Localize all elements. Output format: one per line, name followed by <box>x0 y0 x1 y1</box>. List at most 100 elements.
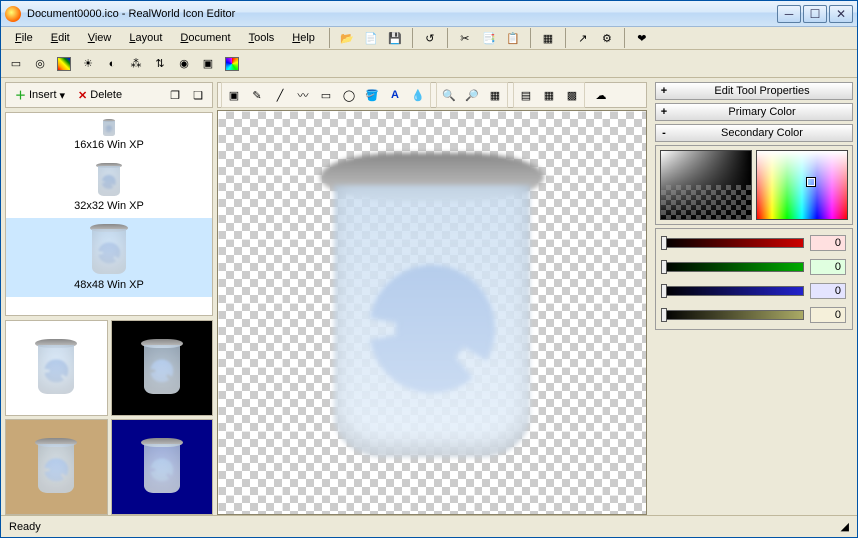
tool1-icon[interactable]: ▭ <box>5 53 27 75</box>
panel-primary-color[interactable]: + Primary Color <box>655 103 853 121</box>
rect-tool-icon[interactable]: ▭ <box>315 84 337 106</box>
preview-cell[interactable] <box>111 419 214 515</box>
slider-value[interactable]: 0 <box>810 235 846 251</box>
delete-label: Delete <box>90 89 122 101</box>
image-item[interactable]: 32x32 Win XP <box>6 157 212 218</box>
slider-track[interactable] <box>662 262 804 272</box>
contrast-icon[interactable]: ◐ <box>101 53 123 75</box>
plus-icon: ＋ <box>15 87 26 103</box>
mask-icon[interactable]: ☁ <box>590 84 612 106</box>
menu-edit[interactable]: Edit <box>43 30 78 46</box>
canvas-panel: ▣ ✎ ╱ 〰 ▭ ◯ 🪣 A 💧 🔍 🔎 ▦ ▤ ▦ ▩ ☁ <box>217 78 651 515</box>
new-icon[interactable]: 📄 <box>360 27 382 49</box>
zoom-in-icon[interactable]: 🔍 <box>438 84 460 106</box>
close-button[interactable]: ✕ <box>829 5 853 23</box>
brightness-icon[interactable]: ☀ <box>77 53 99 75</box>
titlebar: Document0000.ico - RealWorld Icon Editor… <box>1 1 857 27</box>
fit-icon[interactable]: ▦ <box>484 84 506 106</box>
image-item[interactable]: 16x16 Win XP <box>6 113 212 157</box>
slider-value[interactable]: 0 <box>810 283 846 299</box>
paste-image-icon[interactable]: ❏ <box>187 84 209 106</box>
custom-icon[interactable]: ⚙ <box>596 27 618 49</box>
preview-cell[interactable] <box>5 320 108 416</box>
cut-icon[interactable]: ✂ <box>454 27 476 49</box>
minimize-button[interactable]: ─ <box>777 5 801 23</box>
effect2-icon[interactable]: ⇅ <box>149 53 171 75</box>
color-picker <box>655 145 853 225</box>
menu-layout[interactable]: Layout <box>121 30 170 46</box>
panel-edit-tool[interactable]: + Edit Tool Properties <box>655 82 853 100</box>
slider-thumb[interactable] <box>661 308 667 322</box>
copy-icon[interactable]: 📑 <box>478 27 500 49</box>
copy-image-icon[interactable]: ❐ <box>164 84 186 106</box>
curve-tool-icon[interactable]: 〰 <box>292 84 314 106</box>
maximize-button[interactable]: ☐ <box>803 5 827 23</box>
text-tool-icon[interactable]: A <box>384 84 406 106</box>
slider-thumb[interactable] <box>661 236 667 250</box>
panel-secondary-color[interactable]: - Secondary Color <box>655 124 853 142</box>
menu-document[interactable]: Document <box>172 30 238 46</box>
panel-icon[interactable]: ▦ <box>537 27 559 49</box>
donate-icon[interactable]: ❤ <box>631 27 653 49</box>
slider-thumb[interactable] <box>661 284 667 298</box>
resize-grip-icon: ◢ <box>841 520 849 533</box>
zoom-out-icon[interactable]: 🔎 <box>461 84 483 106</box>
right-panel: + Edit Tool Properties + Primary Color -… <box>651 78 857 515</box>
open-icon[interactable]: 📂 <box>336 27 358 49</box>
slider-track[interactable] <box>662 286 804 296</box>
expand-icon: + <box>656 106 672 118</box>
color-slider[interactable]: 0 <box>662 283 846 299</box>
content-area: ＋ Insert ▾ ✕ Delete ❐ ❏ 16x16 Win XP32x3… <box>1 78 857 515</box>
preview-cell[interactable] <box>5 419 108 515</box>
dropdown-icon: ▾ <box>60 89 66 102</box>
tool2-icon[interactable]: ◎ <box>29 53 51 75</box>
undo-icon[interactable]: ↺ <box>419 27 441 49</box>
separator <box>565 28 566 48</box>
gradient-icon[interactable] <box>53 53 75 75</box>
effect1-icon[interactable]: ⁂ <box>125 53 147 75</box>
grid2-icon[interactable]: ▦ <box>538 84 560 106</box>
effect4-icon[interactable]: ▣ <box>197 53 219 75</box>
expand-icon: + <box>656 85 672 97</box>
slider-track[interactable] <box>662 310 804 320</box>
editing-canvas[interactable] <box>217 110 647 515</box>
hue-picker[interactable] <box>756 150 848 220</box>
slider-track[interactable] <box>662 238 804 248</box>
fill-tool-icon[interactable]: 🪣 <box>361 84 383 106</box>
app-icon <box>5 6 21 22</box>
color-slider[interactable]: 0 <box>662 235 846 251</box>
preview-cell[interactable] <box>111 320 214 416</box>
save-icon[interactable]: 💾 <box>384 27 406 49</box>
rgb-sliders: 0 0 0 0 <box>655 228 853 330</box>
pencil-tool-icon[interactable]: ✎ <box>246 84 268 106</box>
dropper-tool-icon[interactable]: 💧 <box>407 84 429 106</box>
collapse-icon: - <box>656 127 672 139</box>
menu-file[interactable]: File <box>7 30 41 46</box>
color-slider[interactable]: 0 <box>662 259 846 275</box>
line-tool-icon[interactable]: ╱ <box>269 84 291 106</box>
slider-value[interactable]: 0 <box>810 307 846 323</box>
grid3-icon[interactable]: ▩ <box>561 84 583 106</box>
slider-thumb[interactable] <box>661 260 667 274</box>
ellipse-tool-icon[interactable]: ◯ <box>338 84 360 106</box>
menu-tools[interactable]: Tools <box>241 30 283 46</box>
export-icon[interactable]: ↗ <box>572 27 594 49</box>
insert-button[interactable]: ＋ Insert ▾ <box>9 84 71 106</box>
value-picker[interactable] <box>660 150 752 220</box>
slider-value[interactable]: 0 <box>810 259 846 275</box>
grid1-icon[interactable]: ▤ <box>515 84 537 106</box>
menu-view[interactable]: View <box>80 30 120 46</box>
panel-secondary-label: Secondary Color <box>672 127 852 139</box>
paste-icon[interactable]: 📋 <box>502 27 524 49</box>
separator <box>530 28 531 48</box>
image-list[interactable]: 16x16 Win XP32x32 Win XP48x48 Win XP <box>5 112 213 316</box>
x-icon: ✕ <box>78 89 87 102</box>
select-tool-icon[interactable]: ▣ <box>223 84 245 106</box>
delete-button[interactable]: ✕ Delete <box>72 86 128 105</box>
image-item[interactable]: 48x48 Win XP <box>6 218 212 297</box>
effect3-icon[interactable]: ◉ <box>173 53 195 75</box>
left-panel: ＋ Insert ▾ ✕ Delete ❐ ❏ 16x16 Win XP32x3… <box>1 78 217 515</box>
palette-icon[interactable] <box>221 53 243 75</box>
color-slider[interactable]: 0 <box>662 307 846 323</box>
menu-help[interactable]: Help <box>284 30 323 46</box>
